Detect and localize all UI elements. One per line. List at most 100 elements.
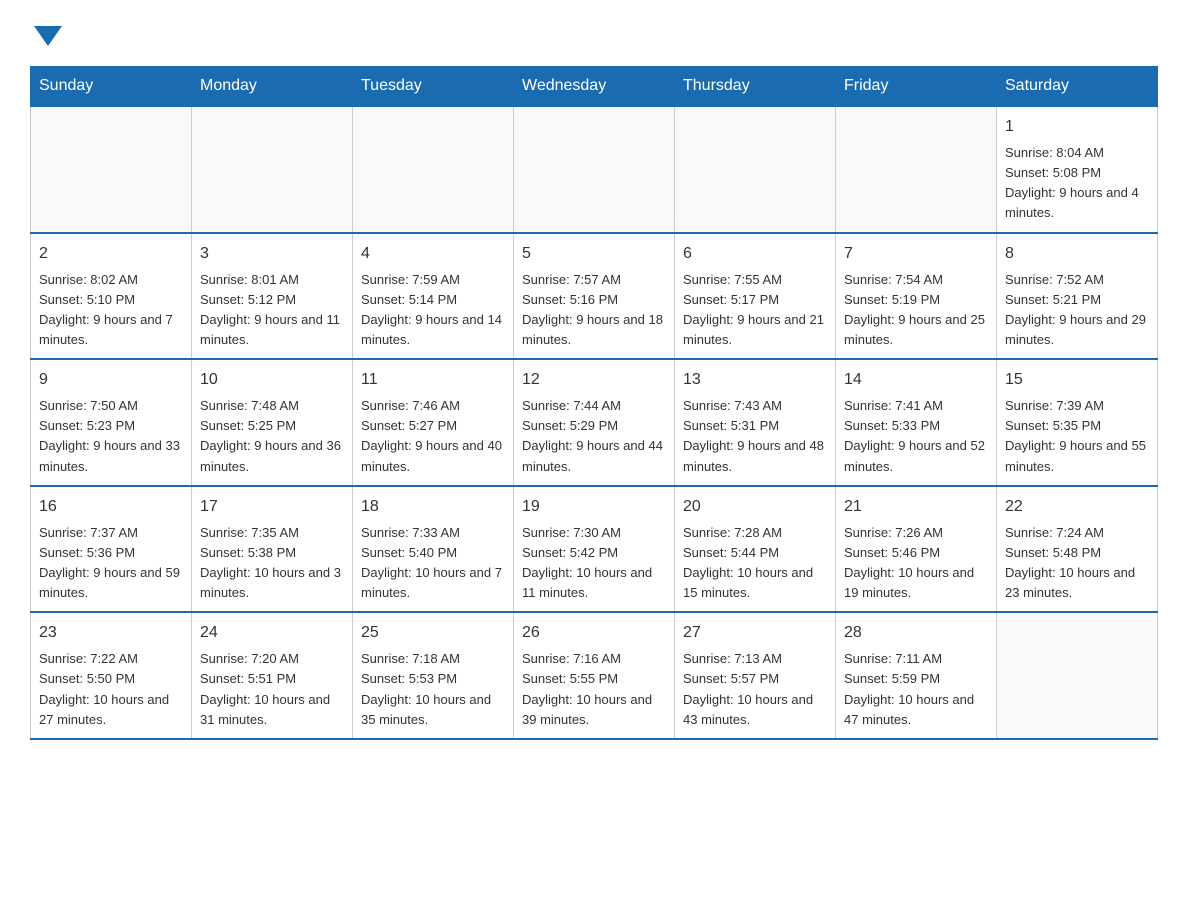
calendar-cell [675,106,836,233]
weekday-header-monday: Monday [192,67,353,107]
day-info: Sunrise: 7:30 AMSunset: 5:42 PMDaylight:… [522,523,666,604]
day-number: 25 [361,621,505,645]
day-info: Sunrise: 7:44 AMSunset: 5:29 PMDaylight:… [522,396,666,477]
calendar-cell: 25 Sunrise: 7:18 AMSunset: 5:53 PMDayligh… [353,612,514,739]
calendar-cell: 27 Sunrise: 7:13 AMSunset: 5:57 PMDayligh… [675,612,836,739]
day-info: Sunrise: 7:48 AMSunset: 5:25 PMDaylight:… [200,396,344,477]
calendar-cell: 14 Sunrise: 7:41 AMSunset: 5:33 PMDayligh… [836,359,997,486]
day-info: Sunrise: 7:41 AMSunset: 5:33 PMDaylight:… [844,396,988,477]
day-info: Sunrise: 7:35 AMSunset: 5:38 PMDaylight:… [200,523,344,604]
day-number: 8 [1005,242,1149,266]
calendar-week-row: 1 Sunrise: 8:04 AMSunset: 5:08 PMDaylight… [31,106,1158,233]
day-number: 14 [844,368,988,392]
calendar-cell [997,612,1158,739]
weekday-header-saturday: Saturday [997,67,1158,107]
day-number: 13 [683,368,827,392]
day-info: Sunrise: 7:13 AMSunset: 5:57 PMDaylight:… [683,649,827,730]
day-info: Sunrise: 7:18 AMSunset: 5:53 PMDaylight:… [361,649,505,730]
day-number: 19 [522,495,666,519]
day-info: Sunrise: 7:26 AMSunset: 5:46 PMDaylight:… [844,523,988,604]
calendar-week-row: 23Sunrise: 7:22 AMSunset: 5:50 PMDayligh… [31,612,1158,739]
day-number: 11 [361,368,505,392]
calendar-cell: 24 Sunrise: 7:20 AMSunset: 5:51 PMDayligh… [192,612,353,739]
calendar-cell [514,106,675,233]
day-number: 9 [39,368,183,392]
calendar-cell: 21 Sunrise: 7:26 AMSunset: 5:46 PMDayligh… [836,486,997,613]
day-number: 16 [39,495,183,519]
day-info: Sunrise: 7:59 AMSunset: 5:14 PMDaylight:… [361,270,505,351]
calendar-cell: 20 Sunrise: 7:28 AMSunset: 5:44 PMDayligh… [675,486,836,613]
calendar-cell: 16 Sunrise: 7:37 AMSunset: 5:36 PMDayligh… [31,486,192,613]
day-info: Sunrise: 7:28 AMSunset: 5:44 PMDaylight:… [683,523,827,604]
day-number: 7 [844,242,988,266]
day-info: Sunrise: 7:54 AMSunset: 5:19 PMDaylight:… [844,270,988,351]
calendar-cell [192,106,353,233]
calendar-cell: 13 Sunrise: 7:43 AMSunset: 5:31 PMDayligh… [675,359,836,486]
day-number: 10 [200,368,344,392]
day-info: Sunrise: 7:16 AMSunset: 5:55 PMDaylight:… [522,649,666,730]
day-info: Sunrise: 7:37 AMSunset: 5:36 PMDaylight:… [39,523,183,604]
logo-top [30,20,62,46]
day-number: 18 [361,495,505,519]
day-info: Sunrise: 7:52 AMSunset: 5:21 PMDaylight:… [1005,270,1149,351]
calendar-cell: 28 Sunrise: 7:11 AMSunset: 5:59 PMDayligh… [836,612,997,739]
day-info: Sunrise: 7:20 AMSunset: 5:51 PMDaylight:… [200,649,344,730]
calendar-cell [353,106,514,233]
calendar-week-row: 9 Sunrise: 7:50 AMSunset: 5:23 PMDaylight… [31,359,1158,486]
calendar-cell: 4 Sunrise: 7:59 AMSunset: 5:14 PMDaylight… [353,233,514,360]
calendar-header-row: SundayMondayTuesdayWednesdayThursdayFrid… [31,67,1158,107]
day-info: Sunrise: 7:43 AMSunset: 5:31 PMDaylight:… [683,396,827,477]
day-info: Sunrise: 7:33 AMSunset: 5:40 PMDaylight:… [361,523,505,604]
logo-arrow-icon [34,26,62,46]
day-number: 28 [844,621,988,645]
calendar-cell: 19 Sunrise: 7:30 AMSunset: 5:42 PMDayligh… [514,486,675,613]
calendar-cell [31,106,192,233]
day-info: Sunrise: 7:11 AMSunset: 5:59 PMDaylight:… [844,649,988,730]
day-number: 1 [1005,115,1149,139]
day-number: 4 [361,242,505,266]
calendar-cell: 12 Sunrise: 7:44 AMSunset: 5:29 PMDayligh… [514,359,675,486]
weekday-header-wednesday: Wednesday [514,67,675,107]
calendar-cell: 23Sunrise: 7:22 AMSunset: 5:50 PMDayligh… [31,612,192,739]
day-number: 24 [200,621,344,645]
day-number: 6 [683,242,827,266]
day-number: 26 [522,621,666,645]
calendar-cell: 17 Sunrise: 7:35 AMSunset: 5:38 PMDayligh… [192,486,353,613]
calendar-cell: 9 Sunrise: 7:50 AMSunset: 5:23 PMDaylight… [31,359,192,486]
weekday-header-tuesday: Tuesday [353,67,514,107]
calendar-cell: 15 Sunrise: 7:39 AMSunset: 5:35 PMDayligh… [997,359,1158,486]
day-number: 20 [683,495,827,519]
weekday-header-sunday: Sunday [31,67,192,107]
day-info: Sunrise: 8:04 AMSunset: 5:08 PMDaylight:… [1005,143,1149,224]
calendar-cell: 6 Sunrise: 7:55 AMSunset: 5:17 PMDaylight… [675,233,836,360]
day-info: Sunrise: 7:50 AMSunset: 5:23 PMDaylight:… [39,396,183,477]
day-number: 27 [683,621,827,645]
weekday-header-friday: Friday [836,67,997,107]
day-info: Sunrise: 7:39 AMSunset: 5:35 PMDaylight:… [1005,396,1149,477]
calendar-cell: 7 Sunrise: 7:54 AMSunset: 5:19 PMDaylight… [836,233,997,360]
calendar-table: SundayMondayTuesdayWednesdayThursdayFrid… [30,66,1158,740]
calendar-cell: 11Sunrise: 7:46 AMSunset: 5:27 PMDayligh… [353,359,514,486]
calendar-cell: 8 Sunrise: 7:52 AMSunset: 5:21 PMDaylight… [997,233,1158,360]
day-info: Sunrise: 7:24 AMSunset: 5:48 PMDaylight:… [1005,523,1149,604]
calendar-cell [836,106,997,233]
day-number: 12 [522,368,666,392]
calendar-cell: 18 Sunrise: 7:33 AMSunset: 5:40 PMDayligh… [353,486,514,613]
calendar-cell: 26 Sunrise: 7:16 AMSunset: 5:55 PMDayligh… [514,612,675,739]
calendar-cell: 2 Sunrise: 8:02 AMSunset: 5:10 PMDaylight… [31,233,192,360]
weekday-header-thursday: Thursday [675,67,836,107]
day-info: Sunrise: 7:55 AMSunset: 5:17 PMDaylight:… [683,270,827,351]
day-number: 15 [1005,368,1149,392]
day-number: 17 [200,495,344,519]
day-number: 21 [844,495,988,519]
day-number: 2 [39,242,183,266]
day-info: Sunrise: 8:02 AMSunset: 5:10 PMDaylight:… [39,270,183,351]
calendar-cell: 1 Sunrise: 8:04 AMSunset: 5:08 PMDaylight… [997,106,1158,233]
calendar-cell: 5Sunrise: 7:57 AMSunset: 5:16 PMDaylight… [514,233,675,360]
calendar-cell: 10 Sunrise: 7:48 AMSunset: 5:25 PMDayligh… [192,359,353,486]
day-number: 3 [200,242,344,266]
day-info: Sunrise: 7:22 AMSunset: 5:50 PMDaylight:… [39,649,183,730]
calendar-cell: 3 Sunrise: 8:01 AMSunset: 5:12 PMDaylight… [192,233,353,360]
calendar-week-row: 16 Sunrise: 7:37 AMSunset: 5:36 PMDayligh… [31,486,1158,613]
day-info: Sunrise: 8:01 AMSunset: 5:12 PMDaylight:… [200,270,344,351]
